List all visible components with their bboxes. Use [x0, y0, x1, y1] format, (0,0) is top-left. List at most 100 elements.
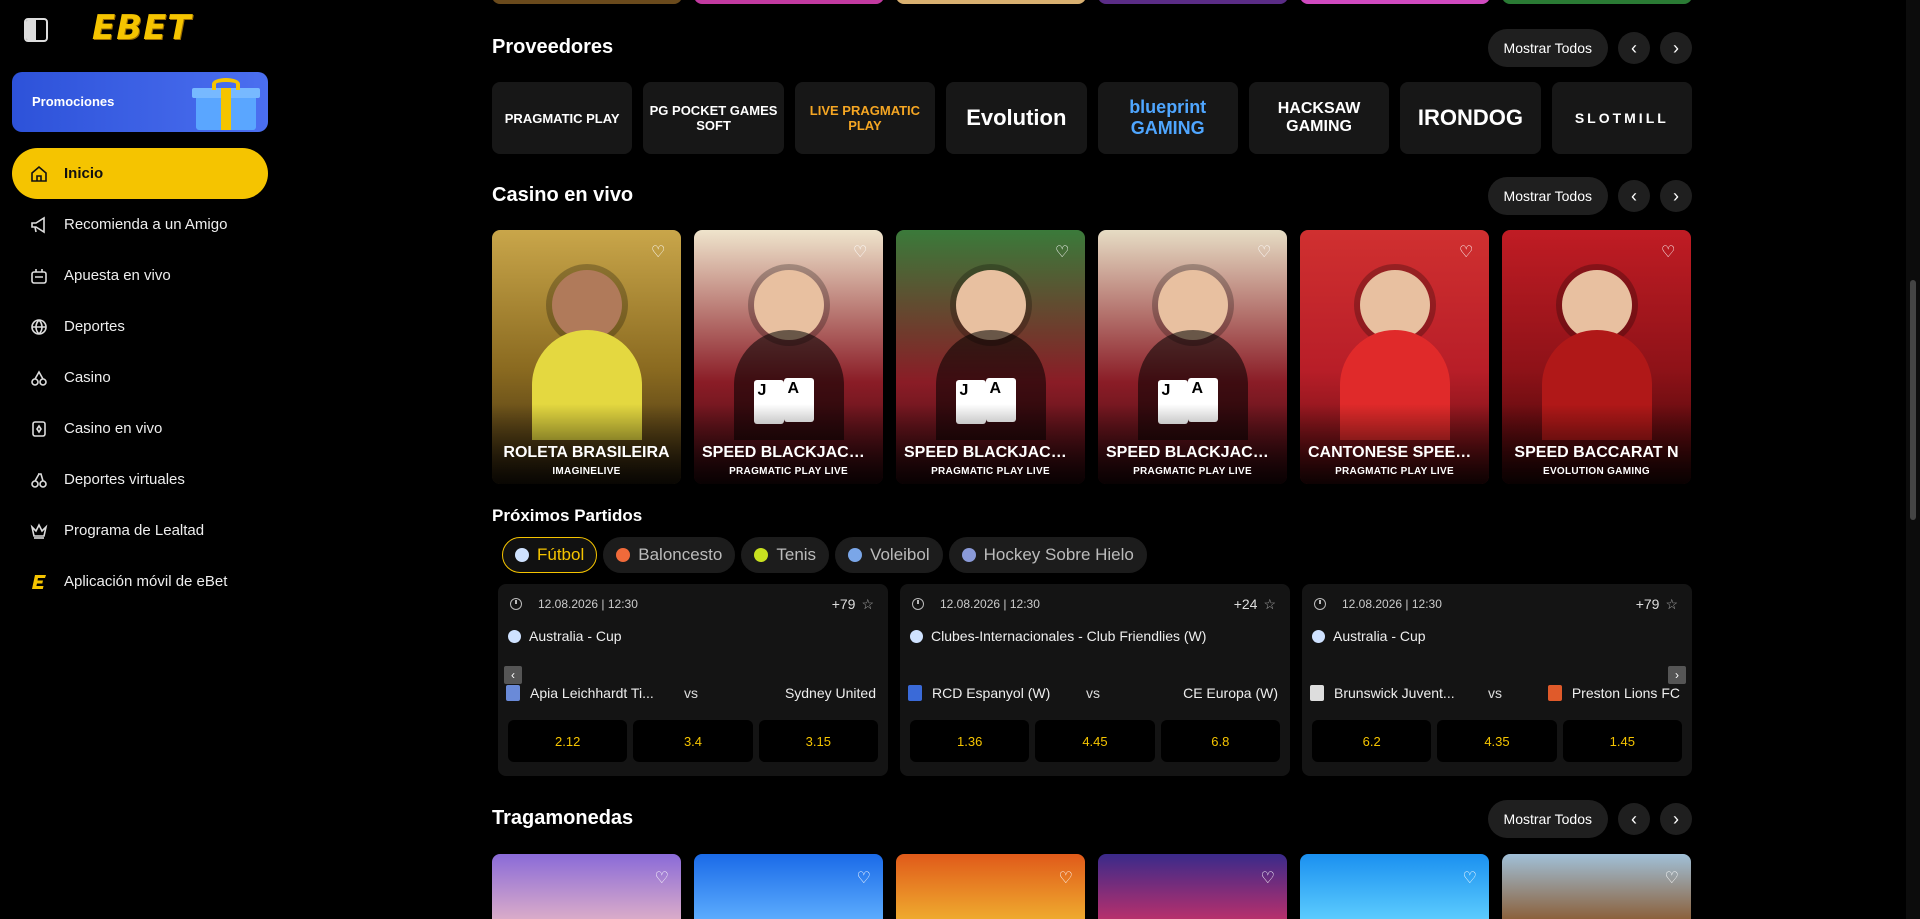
provider-evolution[interactable]: Evolution	[946, 82, 1087, 154]
away-team: Sydney United	[785, 685, 876, 701]
promotions-banner[interactable]: Promociones	[12, 72, 268, 132]
heart-icon[interactable]: ♡	[1257, 242, 1275, 261]
provider-live-pragmatic[interactable]: LIVE PRAGMATIC PLAY	[794, 82, 936, 154]
live-game-card[interactable]: ♡ SPEED BACCARAT N EVOLUTION GAMING	[1502, 230, 1691, 484]
crown-icon	[28, 520, 50, 542]
more-markets-count[interactable]: +79	[832, 596, 856, 612]
odd-home[interactable]: 1.36	[910, 720, 1030, 762]
home-team-name: Apia Leichhardt Ti...	[530, 685, 654, 701]
match-teams: Apia Leichhardt Ti... vs Sydney United	[506, 682, 876, 704]
match-card[interactable]: 12.08.2026 | 12:30 +79 ☆ Australia - Cup…	[498, 584, 888, 776]
sidebar-item-label: Programa de Lealtad	[64, 522, 205, 539]
odd-draw[interactable]: 4.45	[1035, 720, 1155, 762]
chevron-left-icon[interactable]: ‹	[1618, 803, 1650, 835]
star-icon[interactable]: ☆	[1263, 596, 1276, 613]
slot-game-card[interactable]: ♡	[1098, 854, 1287, 919]
live-game-card[interactable]: ♡ JA SPEED BLACKJACK ... PRAGMATIC PLAY …	[1098, 230, 1287, 484]
more-markets-count[interactable]: +79	[1636, 596, 1660, 612]
provider-irondog[interactable]: IRONDOG	[1400, 82, 1541, 154]
live-casino-show-all-button[interactable]: Mostrar Todos	[1487, 177, 1608, 215]
sidebar: EBET Promociones Inicio Recomienda a un …	[0, 0, 280, 919]
chevron-left-icon[interactable]: ‹	[1618, 32, 1650, 64]
heart-icon[interactable]: ♡	[1055, 242, 1073, 261]
match-card[interactable]: 12.08.2026 | 12:30 +79 ☆ Australia - Cup…	[1302, 584, 1692, 776]
team-crest-icon	[908, 685, 922, 701]
live-casino-row: ♡ ROLETA BRASILEIRA IMAGINELIVE ♡ JA SPE…	[492, 230, 1692, 484]
provider-pg-soft[interactable]: PG POCKET GAMES SOFT	[643, 82, 784, 154]
heart-icon[interactable]: ♡	[857, 868, 871, 888]
slot-game-card[interactable]: ♡	[1502, 854, 1691, 919]
provider-pragmatic-play[interactable]: PRAGMATIC PLAY	[492, 82, 633, 154]
sidebar-item-casino[interactable]: Casino	[12, 352, 268, 403]
main-content: Proveedores Mostrar Todos ‹ › PRAGMATIC …	[492, 0, 1692, 919]
heart-icon[interactable]: ♡	[655, 868, 669, 888]
chevron-right-icon[interactable]: ›	[1660, 180, 1692, 212]
page-scrollbar[interactable]	[1906, 0, 1920, 919]
heart-icon[interactable]: ♡	[1665, 868, 1679, 888]
chevron-right-icon[interactable]: ›	[1660, 803, 1692, 835]
provider-blueprint[interactable]: blueprint GAMING	[1097, 82, 1238, 154]
live-casino-icon	[28, 418, 50, 440]
heart-icon[interactable]: ♡	[1661, 242, 1679, 261]
away-team-name: CE Europa (W)	[1183, 685, 1278, 701]
live-game-card[interactable]: ♡ JA SPEED BLACKJACK ... PRAGMATIC PLAY …	[694, 230, 883, 484]
heart-icon[interactable]: ♡	[853, 242, 871, 261]
match-teams: RCD Espanyol (W) vs CE Europa (W)	[908, 682, 1278, 704]
sidebar-item-recomienda[interactable]: Recomienda a un Amigo	[12, 199, 268, 250]
away-team: CE Europa (W)	[1183, 685, 1278, 701]
game-provider: PRAGMATIC PLAY LIVE	[1335, 466, 1454, 477]
tab-hockey[interactable]: Hockey Sobre Hielo	[948, 537, 1147, 573]
chevron-left-icon[interactable]: ‹	[1618, 180, 1650, 212]
slot-game-card[interactable]: ♡	[492, 854, 681, 919]
slots-show-all-button[interactable]: Mostrar Todos	[1487, 800, 1608, 838]
sidebar-item-aplicacion-movil[interactable]: Aplicación móvil de eBet	[12, 556, 268, 607]
tab-futbol[interactable]: Fútbol	[502, 537, 598, 573]
odd-draw[interactable]: 4.35	[1437, 720, 1557, 762]
providers-show-all-button[interactable]: Mostrar Todos	[1487, 29, 1608, 67]
tab-tenis[interactable]: Tenis	[741, 537, 830, 573]
heart-icon[interactable]: ♡	[1463, 868, 1477, 888]
virtual-sports-icon	[28, 469, 50, 491]
star-icon[interactable]: ☆	[1665, 596, 1678, 613]
sidebar-item-deportes-virtuales[interactable]: Deportes virtuales	[12, 454, 268, 505]
sidebar-item-casino-en-vivo[interactable]: Casino en vivo	[12, 403, 268, 454]
sidebar-toggle-icon[interactable]	[24, 18, 48, 42]
odd-draw[interactable]: 3.4	[633, 720, 753, 762]
live-game-card[interactable]: ♡ ROLETA BRASILEIRA IMAGINELIVE	[492, 230, 681, 484]
live-bet-icon	[28, 265, 50, 287]
star-icon[interactable]: ☆	[861, 596, 874, 613]
live-game-card[interactable]: ♡ CANTONESE SPEED ... PRAGMATIC PLAY LIV…	[1300, 230, 1489, 484]
vs-label: vs	[1086, 685, 1100, 701]
sidebar-item-programa-de-lealtad[interactable]: Programa de Lealtad	[12, 505, 268, 556]
odd-home[interactable]: 6.2	[1312, 720, 1432, 762]
slot-game-card[interactable]: ♡	[896, 854, 1085, 919]
odd-home[interactable]: 2.12	[508, 720, 628, 762]
ebet-logo[interactable]: EBET	[92, 8, 192, 48]
sidebar-item-apuesta-en-vivo[interactable]: Apuesta en vivo	[12, 250, 268, 301]
sidebar-item-deportes[interactable]: Deportes	[12, 301, 268, 352]
tab-baloncesto[interactable]: Baloncesto	[603, 537, 736, 573]
promotions-label: Promociones	[32, 94, 115, 109]
heart-icon[interactable]: ♡	[1059, 868, 1073, 888]
sidebar-item-inicio[interactable]: Inicio	[12, 148, 268, 199]
slot-game-card[interactable]: ♡	[1300, 854, 1489, 919]
slot-game-card[interactable]: ♡	[694, 854, 883, 919]
provider-slotmill[interactable]: SLOTMILL	[1551, 82, 1692, 154]
heart-icon[interactable]: ♡	[1261, 868, 1275, 888]
chevron-right-icon[interactable]: ›	[1660, 32, 1692, 64]
tab-voleibol[interactable]: Voleibol	[835, 537, 943, 573]
live-game-card[interactable]: ♡ JA SPEED BLACKJACK ... PRAGMATIC PLAY …	[896, 230, 1085, 484]
odd-away[interactable]: 1.45	[1562, 720, 1682, 762]
away-team-name: Sydney United	[784, 685, 876, 701]
heart-icon[interactable]: ♡	[1459, 242, 1477, 261]
odd-away[interactable]: 3.15	[758, 720, 878, 762]
provider-hacksaw[interactable]: HACKSAW GAMING	[1248, 82, 1390, 154]
match-card[interactable]: 12.08.2026 | 12:30 +24 ☆ Clubes-Internac…	[900, 584, 1290, 776]
scrollbar-thumb[interactable]	[1910, 280, 1916, 520]
more-markets-count[interactable]: +24	[1234, 596, 1258, 612]
sidebar-item-label: Inicio	[64, 165, 104, 182]
odd-away[interactable]: 6.8	[1160, 720, 1280, 762]
heart-icon[interactable]: ♡	[651, 242, 669, 261]
ball-icon	[28, 316, 50, 338]
team-crest-icon	[506, 685, 520, 701]
